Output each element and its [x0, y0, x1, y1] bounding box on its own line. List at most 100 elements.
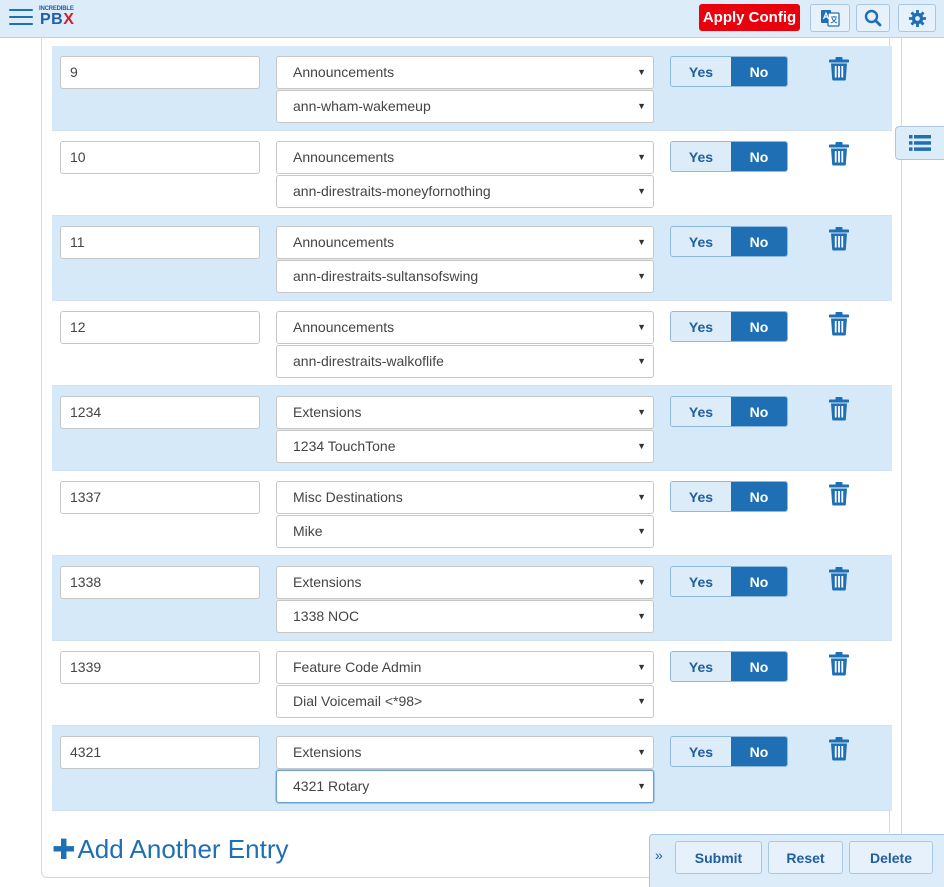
destination-target-select[interactable]: 1338 NOC ▼	[276, 600, 654, 633]
table-row: 1339 Feature Code Admin ▼ Dial Voicemail …	[52, 641, 892, 726]
table-row: 1338 Extensions ▼ 1338 NOC ▼ Yes No	[52, 556, 892, 641]
destination-target-select[interactable]: ann-wham-wakemeup ▼	[276, 90, 654, 123]
yes-no-toggle: Yes No	[670, 396, 788, 427]
no-button[interactable]: No	[731, 737, 787, 766]
delete-button[interactable]: Delete	[849, 841, 933, 874]
table-row: 1337 Misc Destinations ▼ Mike ▼ Yes No	[52, 471, 892, 556]
chevron-right-icon[interactable]: »	[655, 847, 663, 863]
yes-no-toggle: Yes No	[670, 481, 788, 512]
reset-button[interactable]: Reset	[768, 841, 843, 874]
dropdown-arrow-icon: ▼	[637, 271, 646, 281]
trash-icon[interactable]	[828, 142, 850, 166]
submit-button[interactable]: Submit	[675, 841, 762, 874]
no-button[interactable]: No	[731, 482, 787, 511]
yes-button[interactable]: Yes	[671, 57, 731, 86]
trash-icon[interactable]	[828, 227, 850, 251]
no-button[interactable]: No	[731, 142, 787, 171]
logo[interactable]: INCREDIBLE PBX	[39, 6, 81, 32]
list-icon	[909, 135, 931, 151]
settings-button[interactable]	[898, 4, 936, 32]
yes-button[interactable]: Yes	[671, 312, 731, 341]
table-row: 9 Announcements ▼ ann-wham-wakemeup ▼ Yes …	[52, 46, 892, 131]
yes-button[interactable]: Yes	[671, 737, 731, 766]
dropdown-arrow-icon: ▼	[637, 526, 646, 536]
destination-type-select[interactable]: Misc Destinations ▼	[276, 481, 654, 514]
dropdown-arrow-icon: ▼	[637, 152, 646, 162]
yes-button[interactable]: Yes	[671, 142, 731, 171]
yes-no-toggle: Yes No	[670, 311, 788, 342]
trash-icon[interactable]	[828, 567, 850, 591]
action-bar: » Submit Reset Delete	[649, 834, 944, 887]
yes-no-toggle: Yes No	[670, 651, 788, 682]
number-input[interactable]: 11	[60, 226, 260, 259]
yes-button[interactable]: Yes	[671, 567, 731, 596]
dropdown-arrow-icon: ▼	[637, 322, 646, 332]
trash-icon[interactable]	[828, 57, 850, 81]
destination-target-select[interactable]: Dial Voicemail <*98> ▼	[276, 685, 654, 718]
trash-icon[interactable]	[828, 312, 850, 336]
add-entry-link[interactable]: ✚ Add Another Entry	[52, 833, 289, 866]
plus-icon: ✚	[52, 834, 76, 865]
trash-icon[interactable]	[828, 397, 850, 421]
destination-type-select[interactable]: Announcements ▼	[276, 311, 654, 344]
number-input[interactable]: 1234	[60, 396, 260, 429]
table-row: 12 Announcements ▼ ann-direstraits-walkof…	[52, 301, 892, 386]
dropdown-arrow-icon: ▼	[637, 492, 646, 502]
search-button[interactable]	[856, 4, 890, 32]
yes-button[interactable]: Yes	[671, 227, 731, 256]
yes-no-toggle: Yes No	[670, 141, 788, 172]
number-input[interactable]: 10	[60, 141, 260, 174]
number-input[interactable]: 9	[60, 56, 260, 89]
destination-type-select[interactable]: Feature Code Admin ▼	[276, 651, 654, 684]
trash-icon[interactable]	[828, 482, 850, 506]
destination-target-select[interactable]: ann-direstraits-sultansofswing ▼	[276, 260, 654, 293]
side-list-tab[interactable]	[895, 126, 944, 160]
destination-target-select[interactable]: 1234 TouchTone ▼	[276, 430, 654, 463]
number-input[interactable]: 1337	[60, 481, 260, 514]
destination-type-select[interactable]: Announcements ▼	[276, 56, 654, 89]
destination-type-select[interactable]: Extensions ▼	[276, 396, 654, 429]
yes-no-toggle: Yes No	[670, 226, 788, 257]
translate-icon	[821, 10, 840, 27]
no-button[interactable]: No	[731, 652, 787, 681]
number-input[interactable]: 4321	[60, 736, 260, 769]
no-button[interactable]: No	[731, 312, 787, 341]
no-button[interactable]: No	[731, 227, 787, 256]
no-button[interactable]: No	[731, 57, 787, 86]
number-input[interactable]: 1339	[60, 651, 260, 684]
yes-no-toggle: Yes No	[670, 736, 788, 767]
trash-icon[interactable]	[828, 652, 850, 676]
no-button[interactable]: No	[731, 567, 787, 596]
dropdown-arrow-icon: ▼	[637, 577, 646, 587]
trash-icon[interactable]	[828, 737, 850, 761]
search-icon	[864, 9, 882, 27]
destination-type-select[interactable]: Extensions ▼	[276, 736, 654, 769]
number-input[interactable]: 12	[60, 311, 260, 344]
destination-target-select[interactable]: 4321 Rotary ▼	[276, 770, 654, 803]
dropdown-arrow-icon: ▼	[637, 441, 646, 451]
translate-button[interactable]	[810, 4, 850, 32]
no-button[interactable]: No	[731, 397, 787, 426]
dropdown-arrow-icon: ▼	[637, 611, 646, 621]
dropdown-arrow-icon: ▼	[637, 356, 646, 366]
table-row: 1234 Extensions ▼ 1234 TouchTone ▼ Yes No	[52, 386, 892, 471]
destination-target-select[interactable]: ann-direstraits-walkoflife ▼	[276, 345, 654, 378]
dropdown-arrow-icon: ▼	[637, 781, 646, 791]
entries-list: 9 Announcements ▼ ann-wham-wakemeup ▼ Yes …	[52, 46, 892, 811]
gear-icon	[908, 9, 926, 27]
dropdown-arrow-icon: ▼	[637, 67, 646, 77]
dropdown-arrow-icon: ▼	[637, 186, 646, 196]
destination-type-select[interactable]: Extensions ▼	[276, 566, 654, 599]
yes-button[interactable]: Yes	[671, 482, 731, 511]
destination-type-select[interactable]: Announcements ▼	[276, 141, 654, 174]
yes-button[interactable]: Yes	[671, 652, 731, 681]
dropdown-arrow-icon: ▼	[637, 747, 646, 757]
destination-target-select[interactable]: ann-direstraits-moneyfornothing ▼	[276, 175, 654, 208]
menu-icon[interactable]	[9, 9, 33, 29]
number-input[interactable]: 1338	[60, 566, 260, 599]
destination-target-select[interactable]: Mike ▼	[276, 515, 654, 548]
apply-config-button[interactable]: Apply Config	[699, 4, 800, 31]
yes-button[interactable]: Yes	[671, 397, 731, 426]
destination-type-select[interactable]: Announcements ▼	[276, 226, 654, 259]
table-row: 4321 Extensions ▼ 4321 Rotary ▼ Yes No	[52, 726, 892, 811]
